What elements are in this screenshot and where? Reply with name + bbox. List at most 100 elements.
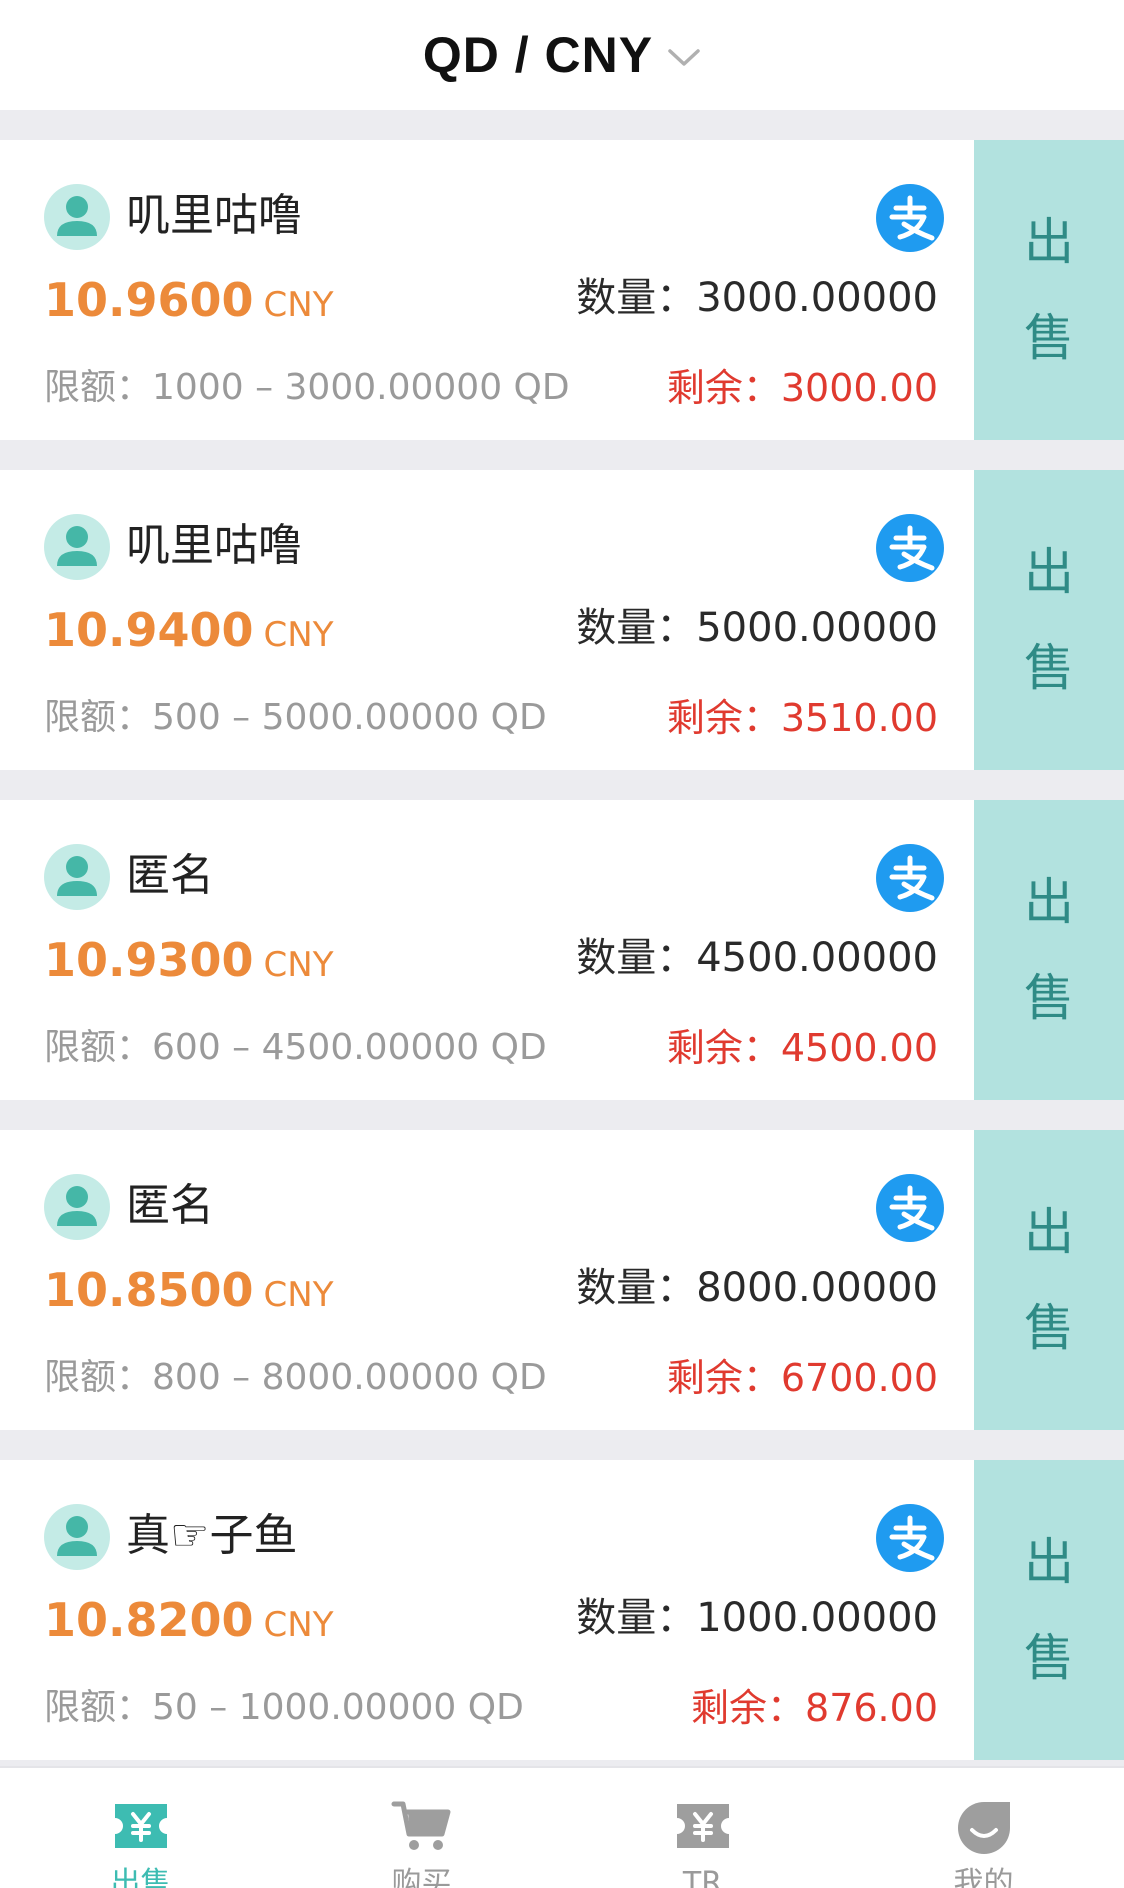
listing-card: 叽里咕噜 10.9600 CNY 数量：3000.00000 限额：1000 – … [0,140,1124,440]
quantity-label: 数量： [576,1265,697,1311]
listing-list: 叽里咕噜 10.9600 CNY 数量：3000.00000 限额：1000 – … [0,140,1124,1790]
sell-button-char: 售 [1024,1299,1074,1357]
remaining-value: 876.00 [805,1686,938,1730]
tab-label: TR [682,1866,723,1888]
sell-button-char: 出 [1024,543,1074,601]
tab-label: 我的 [953,1866,1014,1888]
price-unit: CNY [263,1605,334,1645]
remaining-value: 3000.00 [780,366,938,410]
header-bar: QD / CNY [0,0,1124,110]
quantity: 数量：4500.00000 [576,926,938,990]
price: 10.8500 CNY [44,1258,333,1333]
quantity: 数量：1000.00000 [576,1586,938,1650]
remaining-value: 3510.00 [780,696,938,740]
listing-card: 叽里咕噜 10.9400 CNY 数量：5000.00000 限额：500 – 5… [0,470,1124,770]
limit-label: 限额： [44,1357,153,1398]
tab-mine[interactable]: 我的 [843,1768,1124,1888]
tab-sell[interactable]: 出售 [0,1768,281,1888]
limit-label: 限额： [44,697,153,738]
sell-button-char: 出 [1024,1533,1074,1591]
limit-value: 1000 – 3000.00000 QD [152,367,570,408]
sell-button[interactable]: 出 售 [974,140,1124,440]
sell-button[interactable]: 出 售 [974,470,1124,770]
limit-value: 800 – 8000.00000 QD [152,1357,547,1398]
ticket-icon [671,1798,735,1854]
listing-card: 匿名 10.9300 CNY 数量：4500.00000 限额：600 – 450… [0,800,1124,1100]
price-value: 10.9600 [44,273,254,327]
remaining-label: 剩余： [666,366,781,410]
limit-value: 500 – 5000.00000 QD [152,697,547,738]
limit: 限额：800 – 8000.00000 QD [44,1352,547,1404]
quantity: 数量：3000.00000 [576,266,938,330]
listing-card: 匿名 10.8500 CNY 数量：8000.00000 限额：800 – 800… [0,1130,1124,1430]
remaining-label: 剩余： [666,696,781,740]
sell-button[interactable]: 出 售 [974,1460,1124,1760]
sell-button[interactable]: 出 售 [974,1130,1124,1430]
listing-info: 匿名 10.9300 CNY 数量：4500.00000 限额：600 – 450… [0,800,974,1100]
tab-label: 购买 [391,1866,452,1888]
quantity: 数量：5000.00000 [576,596,938,660]
remaining: 剩余：4500.00 [667,1022,938,1074]
listing-info: 叽里咕噜 10.9600 CNY 数量：3000.00000 限额：1000 – … [0,140,974,440]
limit: 限额：1000 – 3000.00000 QD [44,362,570,414]
limit-value: 600 – 4500.00000 QD [152,1027,547,1068]
alipay-icon [876,844,944,912]
user-name: 叽里咕噜 [126,520,302,571]
remaining: 剩余：6700.00 [667,1352,938,1404]
remaining-label: 剩余： [666,1356,781,1400]
alipay-icon [876,184,944,252]
quantity-label: 数量： [576,275,697,321]
user-avatar-icon [44,514,110,580]
quantity-value: 3000.00000 [696,275,938,321]
remaining: 剩余：3000.00 [667,362,938,414]
remaining-label: 剩余： [666,1026,781,1070]
price-value: 10.9300 [44,933,254,987]
user-name: 真☞子鱼 [126,1510,298,1561]
user-avatar-icon [44,184,110,250]
price-unit: CNY [263,1275,334,1315]
page-title[interactable]: QD / CNY [423,26,653,84]
price: 10.9300 CNY [44,928,333,1003]
price: 10.8200 CNY [44,1588,333,1663]
remaining-value: 4500.00 [780,1026,938,1070]
user-name: 叽里咕噜 [126,190,302,241]
user-avatar-icon [44,1174,110,1240]
tab-tr[interactable]: TR [562,1768,843,1888]
sell-button-char: 售 [1024,309,1074,367]
price-value: 10.8500 [44,1263,254,1317]
quantity-label: 数量： [576,1595,697,1641]
limit-label: 限额： [44,367,153,408]
user-avatar-icon [44,844,110,910]
limit-label: 限额： [44,1687,153,1728]
ticket-yen-icon [109,1798,173,1854]
limit: 限额：600 – 4500.00000 QD [44,1022,547,1074]
quantity-value: 1000.00000 [696,1595,938,1641]
profile-icon [952,1798,1016,1854]
limit: 限额：500 – 5000.00000 QD [44,692,547,744]
user-avatar-icon [44,1504,110,1570]
alipay-icon [876,1174,944,1242]
user-name: 匿名 [126,850,214,901]
remaining: 剩余：876.00 [691,1682,938,1734]
sell-button-char: 出 [1024,1203,1074,1261]
cart-icon [390,1798,454,1854]
remaining: 剩余：3510.00 [667,692,938,744]
quantity-label: 数量： [576,935,697,981]
listing-info: 叽里咕噜 10.9400 CNY 数量：5000.00000 限额：500 – 5… [0,470,974,770]
limit-value: 50 – 1000.00000 QD [152,1687,524,1728]
quantity-value: 5000.00000 [696,605,938,651]
limit: 限额：50 – 1000.00000 QD [44,1682,524,1734]
sell-button-char: 售 [1024,639,1074,697]
quantity-label: 数量： [576,605,697,651]
price-unit: CNY [263,285,334,325]
chevron-down-icon[interactable] [667,47,701,69]
sell-button-char: 出 [1024,213,1074,271]
sell-button[interactable]: 出 售 [974,800,1124,1100]
limit-label: 限额： [44,1027,153,1068]
price: 10.9400 CNY [44,598,333,673]
tab-label: 出售 [110,1866,171,1888]
tab-buy[interactable]: 购买 [281,1768,562,1888]
alipay-icon [876,1504,944,1572]
tab-bar: 出售 购买 TR 我的 [0,1766,1124,1888]
listing-info: 匿名 10.8500 CNY 数量：8000.00000 限额：800 – 800… [0,1130,974,1430]
